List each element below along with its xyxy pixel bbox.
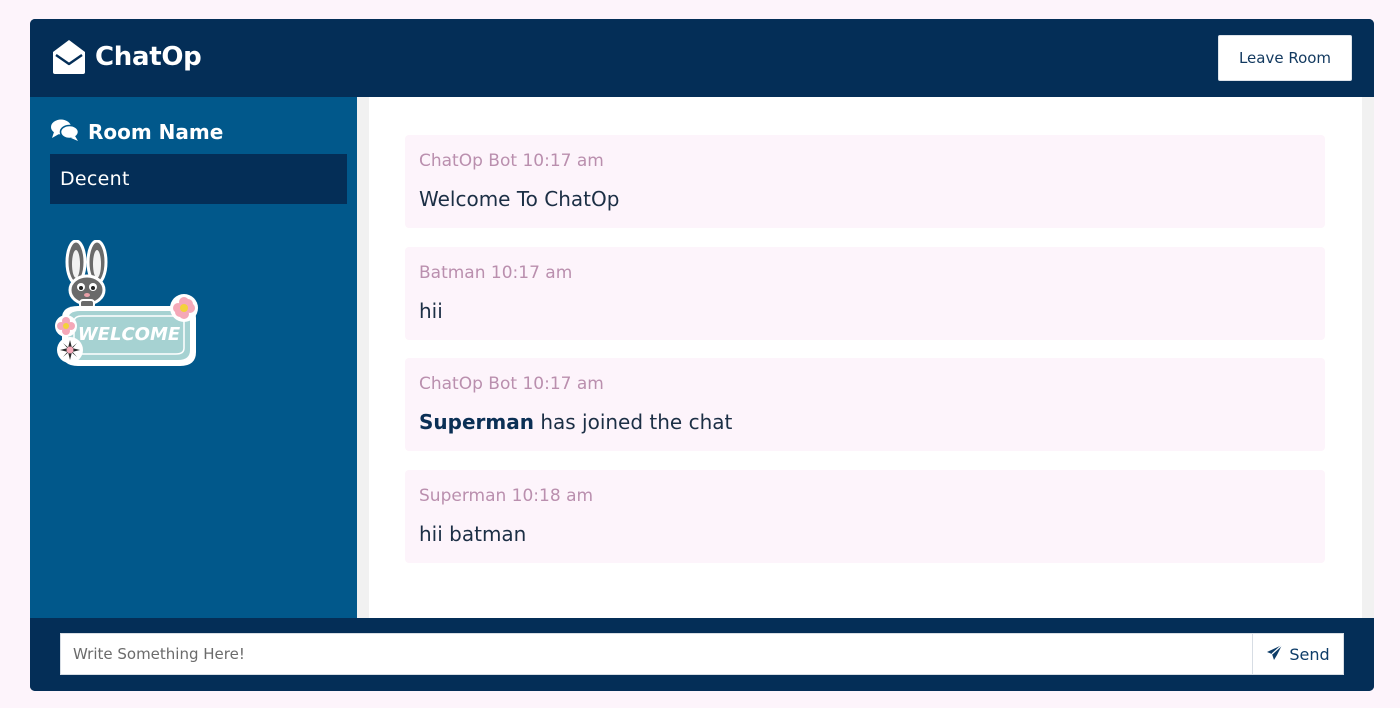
message-meta: ChatOp Bot 10:17 am [419, 151, 604, 171]
send-button[interactable]: Send [1252, 633, 1344, 675]
header: ChatOp Leave Room [30, 19, 1374, 97]
message-author: ChatOp Bot [419, 151, 518, 171]
envelope-open-icon [52, 39, 86, 75]
message-author: ChatOp Bot [419, 374, 518, 394]
composer: Send [30, 618, 1374, 691]
chat-message: ChatOp Bot 10:17 am Welcome To ChatOp [405, 135, 1325, 228]
message-input[interactable] [60, 633, 1253, 675]
logo: ChatOp [52, 38, 202, 76]
app-title: ChatOp [95, 42, 202, 72]
paper-plane-icon [1266, 644, 1283, 665]
chat-bubbles-icon [50, 118, 80, 146]
message-author: Superman [419, 486, 507, 506]
sidebar: Room Name Decent WELCOME [30, 97, 357, 618]
welcome-sticker-image: WELCOME [50, 239, 210, 384]
room-heading-label: Room Name [88, 120, 224, 144]
message-time: 10:17 am [522, 374, 604, 394]
chat-app: ChatOp Leave Room Room Name Decent WELCO… [30, 19, 1374, 691]
message-meta: Superman 10:18 am [419, 486, 593, 506]
message-time: 10:17 am [490, 263, 573, 283]
room-heading: Room Name [50, 118, 223, 146]
chat-messages[interactable]: ChatOp Bot 10:17 am Welcome To ChatOp Ba… [369, 97, 1362, 618]
leave-room-button[interactable]: Leave Room [1218, 35, 1352, 81]
message-text: Superman has joined the chat [419, 410, 732, 434]
message-meta: Batman 10:17 am [419, 263, 572, 283]
join-notice-text: has joined the chat [533, 410, 733, 434]
message-time: 10:17 am [522, 151, 604, 171]
message-text: hii batman [419, 522, 527, 546]
chat-area[interactable]: ChatOp Bot 10:17 am Welcome To ChatOp Ba… [357, 97, 1374, 618]
message-author: Batman [419, 263, 486, 283]
room-name: Decent [50, 154, 347, 204]
chat-message: Batman 10:17 am hii [405, 247, 1325, 340]
message-time: 10:18 am [511, 486, 594, 506]
message-meta: ChatOp Bot 10:17 am [419, 374, 604, 394]
joined-user-name: Superman [419, 410, 534, 434]
chat-message: Superman 10:18 am hii batman [405, 470, 1325, 563]
chat-message: ChatOp Bot 10:17 am Superman has joined … [405, 358, 1325, 451]
sticker-text: WELCOME [78, 324, 181, 345]
message-text: hii [419, 299, 443, 323]
send-label: Send [1289, 644, 1330, 664]
message-text: Welcome To ChatOp [419, 187, 620, 211]
